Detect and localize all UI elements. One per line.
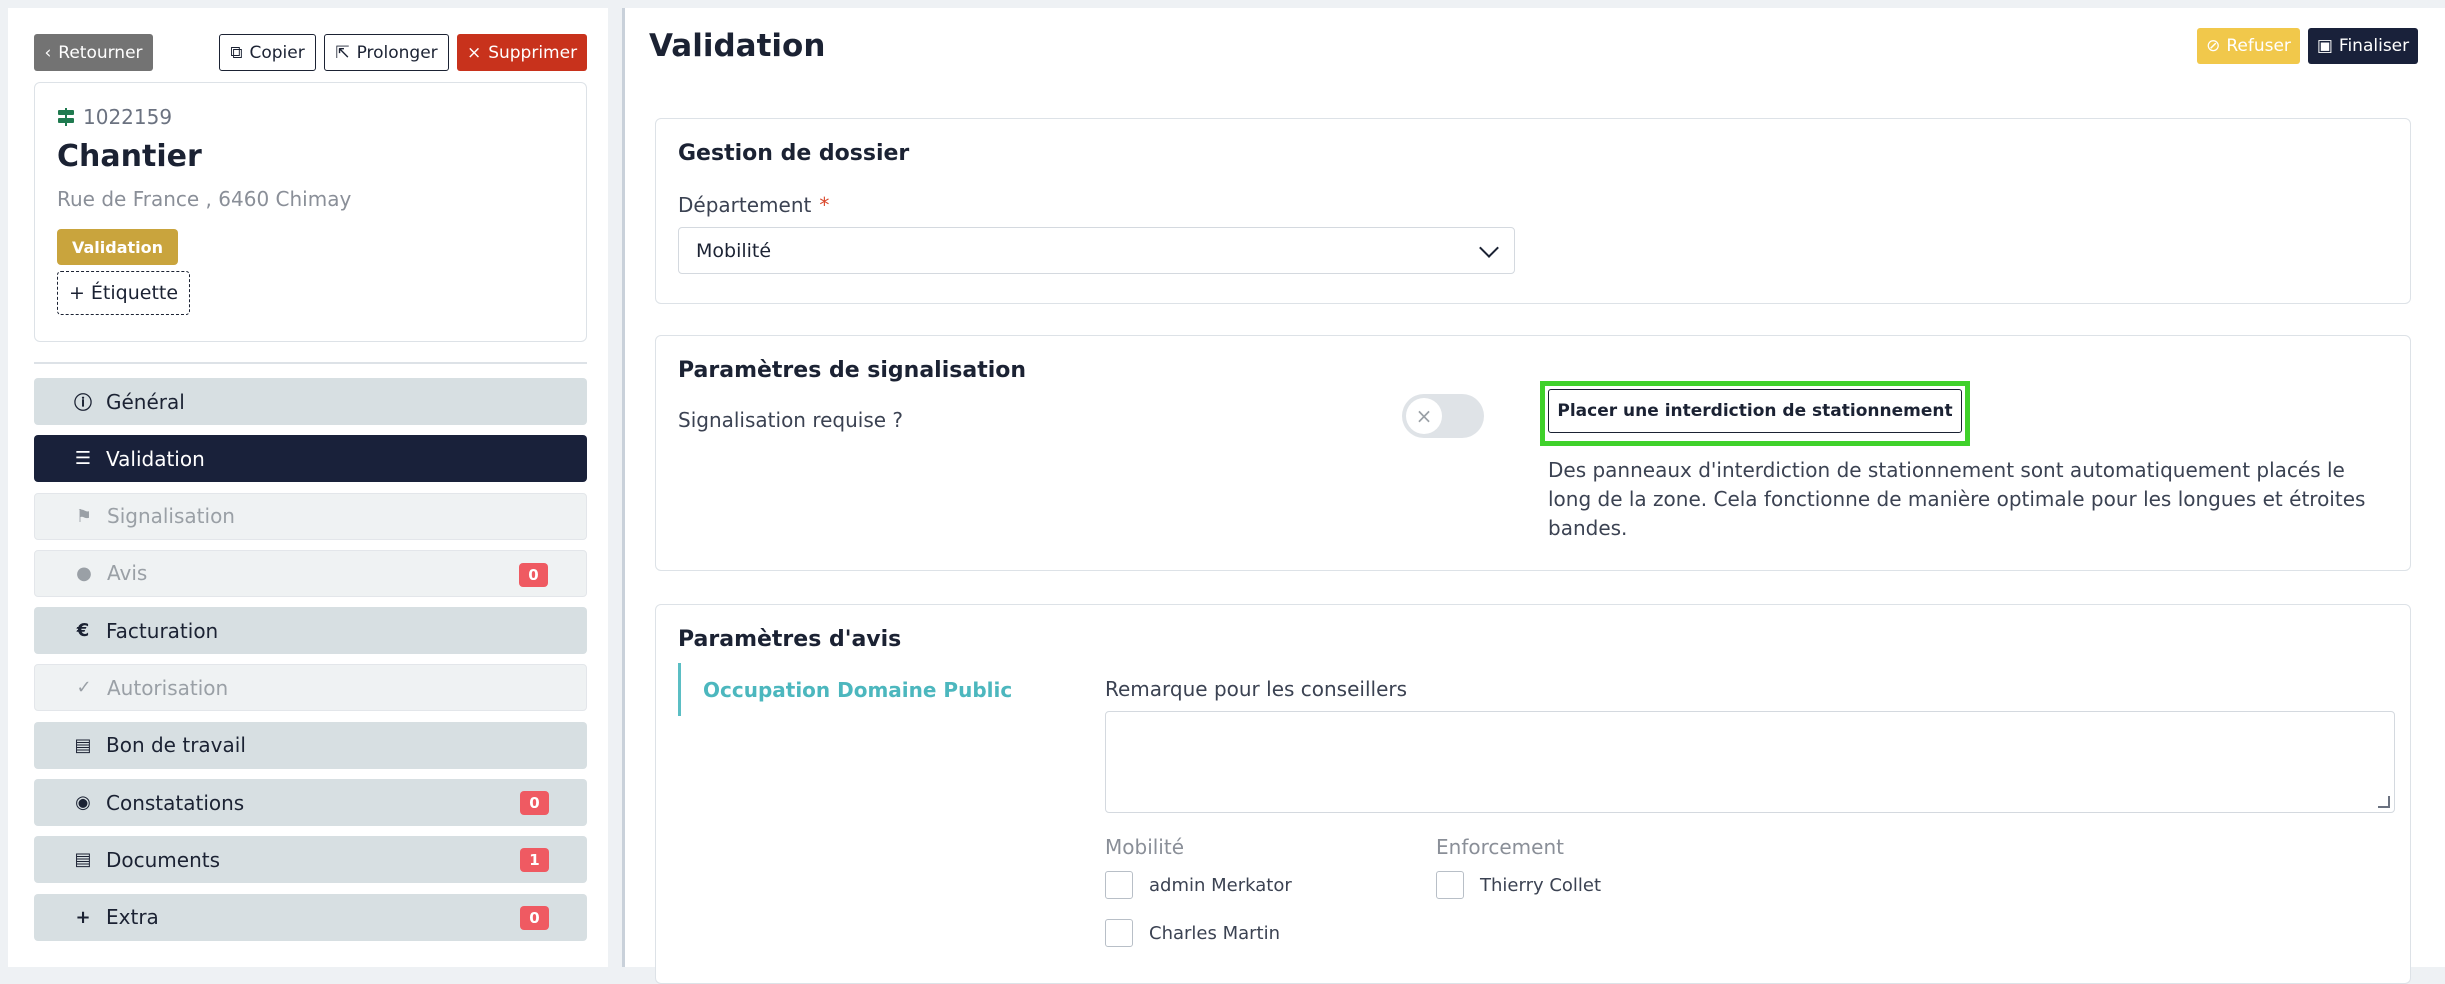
count-badge: 1 — [520, 848, 549, 873]
record-id: 1022159 — [83, 105, 173, 129]
signal-toggle[interactable]: × — [1402, 394, 1484, 438]
euro-icon: € — [76, 620, 90, 642]
refuse-button[interactable]: ⊘ Refuser — [2197, 28, 2300, 64]
copy-button[interactable]: ⧉ Copier — [219, 34, 316, 71]
department-select[interactable]: Mobilité — [678, 227, 1515, 274]
sidebar-item-label: Bon de travail — [106, 733, 246, 758]
record-info-card: 1022159 Chantier Rue de France , 6460 Ch… — [34, 82, 587, 342]
file-check-icon: ✓ — [76, 677, 92, 699]
ban-icon: ⊘ — [2206, 36, 2221, 56]
document-icon: ▤ — [74, 849, 92, 871]
save-icon: ▣ — [2316, 36, 2333, 56]
record-nav: ⓘ Général ☰ Validation ⚑ Signalisation ● Avis 0 €… — [34, 378, 587, 951]
avis-title: Paramètres d'avis — [678, 627, 902, 652]
sidebar-item-label: Documents — [106, 847, 221, 872]
finalize-button[interactable]: ▣ Finaliser — [2308, 28, 2418, 64]
record-sidebar: ‹ Retourner ⧉ Copier ⇱ Prolonger × Suppr… — [8, 8, 608, 967]
signal-question: Signalisation requise ? — [678, 408, 904, 432]
remark-textarea[interactable] — [1105, 711, 2395, 813]
plus-icon: + — [75, 906, 91, 928]
place-parking-ban-button[interactable]: Placer une interdiction de stationnement — [1548, 389, 1962, 433]
signpost-icon — [57, 108, 75, 126]
sidebar-item-bon-de-travail[interactable]: ▤ Bon de travail — [34, 721, 587, 769]
resize-handle-icon[interactable] — [2378, 796, 2390, 808]
sidebar-item-général[interactable]: ⓘ Général — [34, 378, 587, 425]
prolong-button[interactable]: ⇱ Prolonger — [324, 34, 449, 71]
chat-icon: ● — [76, 562, 92, 584]
sidebar-item-documents[interactable]: ▤ Documents 1 — [34, 836, 587, 884]
sidebar-item-label: Avis — [107, 561, 148, 586]
advisor-group-label: Enforcement — [1436, 835, 1564, 859]
share-icon: ⇱ — [335, 42, 350, 63]
dossier-card: Gestion de dossier Département * Mobilité — [655, 118, 2411, 304]
close-icon: × — [466, 42, 482, 63]
page-title: Validation — [649, 28, 826, 64]
eye-icon: ◉ — [75, 792, 91, 814]
record-address: Rue de France , 6460 Chimay — [57, 187, 352, 211]
advisor-name: admin Merkator — [1149, 874, 1292, 896]
sidebar-item-label: Validation — [106, 446, 205, 471]
sidebar-item-autorisation[interactable]: ✓ Autorisation — [34, 664, 587, 712]
file-icon: ▤ — [74, 734, 92, 756]
sidebar-item-facturation[interactable]: € Facturation — [34, 607, 587, 655]
add-tag-button[interactable]: + Étiquette — [57, 271, 190, 315]
sidebar-item-signalisation[interactable]: ⚑ Signalisation — [34, 492, 587, 540]
count-badge: 0 — [519, 562, 548, 587]
count-badge: 0 — [520, 905, 549, 930]
dossier-title: Gestion de dossier — [678, 141, 910, 166]
avis-card: Paramètres d'avis Occupation Domaine Pub… — [655, 604, 2411, 984]
tab-occupation-domaine-public[interactable]: Occupation Domaine Public — [678, 663, 1012, 716]
checklist-icon: ☰ — [74, 448, 92, 470]
sidebar-item-avis[interactable]: ● Avis 0 — [34, 549, 587, 597]
chevron-left-icon: ‹ — [44, 42, 52, 63]
record-title: Chantier — [57, 139, 202, 174]
advisor-name: Thierry Collet — [1480, 874, 1602, 896]
advisor-checkbox-row[interactable]: Charles Martin — [1105, 919, 1280, 947]
back-button[interactable]: ‹ Retourner — [34, 34, 153, 71]
advisor-group-label: Mobilité — [1105, 835, 1185, 859]
sidebar-item-label: Signalisation — [107, 504, 235, 529]
remark-label: Remarque pour les conseillers — [1105, 677, 1408, 701]
sidebar-item-label: Général — [106, 389, 185, 414]
signal-card: Paramètres de signalisation Signalisatio… — [655, 335, 2411, 571]
sidebar-item-label: Constatations — [106, 790, 245, 815]
signpost-icon: ⚑ — [75, 505, 93, 527]
chevron-down-icon — [1479, 238, 1499, 258]
advisor-name: Charles Martin — [1149, 922, 1281, 944]
signal-help-text: Des panneaux d'interdiction de stationne… — [1548, 458, 2366, 540]
required-mark: * — [819, 193, 830, 217]
signal-title: Paramètres de signalisation — [678, 358, 1027, 383]
department-label: Département * — [678, 193, 830, 217]
record-actions: ‹ Retourner ⧉ Copier ⇱ Prolonger × Suppr… — [34, 34, 587, 71]
status-badge: Validation — [57, 229, 178, 265]
advisor-checkbox[interactable] — [1105, 919, 1133, 947]
main-content: Validation ⊘ Refuser ▣ Finaliser Gestion… — [622, 8, 2445, 984]
sidebar-item-extra[interactable]: + Extra 0 — [34, 893, 587, 941]
sidebar-item-validation[interactable]: ☰ Validation — [34, 435, 587, 483]
advisor-checkbox-row[interactable]: admin Merkator — [1105, 871, 1292, 899]
delete-button[interactable]: × Supprimer — [457, 34, 587, 71]
sidebar-item-label: Autorisation — [107, 675, 229, 700]
info-icon: ⓘ — [74, 392, 92, 414]
sidebar-divider — [34, 362, 587, 364]
close-icon: × — [1406, 398, 1442, 434]
sidebar-item-constatations[interactable]: ◉ Constatations 0 — [34, 779, 587, 827]
advisor-checkbox[interactable] — [1105, 871, 1133, 899]
advisor-checkbox-row[interactable]: Thierry Collet — [1436, 871, 1601, 899]
record-id-row: 1022159 — [57, 105, 172, 129]
advisor-checkbox[interactable] — [1436, 871, 1464, 899]
app-page: ‹ Retourner ⧉ Copier ⇱ Prolonger × Suppr… — [0, 0, 2445, 984]
count-badge: 0 — [520, 791, 549, 816]
sidebar-item-label: Extra — [106, 905, 159, 930]
sidebar-item-label: Facturation — [106, 618, 219, 643]
copy-icon: ⧉ — [230, 42, 243, 63]
